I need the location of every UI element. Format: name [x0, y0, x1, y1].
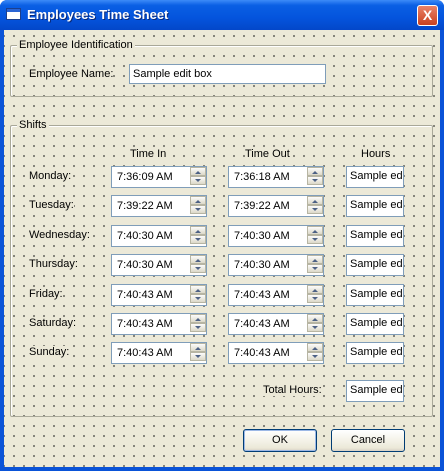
time-out-picker[interactable]: 7:40:43 AM — [228, 284, 324, 306]
hours-field[interactable]: Sample ed — [346, 195, 404, 217]
time-in-picker[interactable]: 7:36:09 AM — [111, 166, 207, 188]
spin-up-icon[interactable] — [190, 255, 206, 264]
ok-button[interactable]: OK — [243, 429, 317, 452]
time-in-picker[interactable]: 7:40:30 AM — [111, 225, 207, 247]
hours-field[interactable]: Sample ed — [346, 284, 404, 306]
day-label: Tuesday: — [29, 199, 74, 211]
spin-down-icon[interactable] — [307, 205, 323, 214]
spin-control[interactable] — [190, 255, 206, 273]
dialog-client-area: Employee Identification Employee Name: S… — [4, 30, 440, 467]
time-out-picker[interactable]: 7:40:43 AM — [228, 342, 324, 364]
time-out-picker[interactable]: 7:40:43 AM — [228, 313, 324, 335]
spin-up-icon[interactable] — [307, 226, 323, 235]
day-label: Sunday: — [29, 346, 70, 358]
spin-control[interactable] — [307, 285, 323, 303]
spin-down-icon[interactable] — [190, 352, 206, 361]
spin-control[interactable] — [307, 314, 323, 332]
spin-up-icon[interactable] — [190, 226, 206, 235]
window-title: Employees Time Sheet — [27, 7, 169, 22]
spin-down-icon[interactable] — [307, 323, 323, 332]
spin-control[interactable] — [190, 285, 206, 303]
spin-control[interactable] — [190, 226, 206, 244]
spin-control[interactable] — [307, 255, 323, 273]
spin-down-icon[interactable] — [190, 205, 206, 214]
spin-down-icon[interactable] — [307, 176, 323, 185]
spin-up-icon[interactable] — [190, 343, 206, 352]
time-out-picker[interactable]: 7:39:22 AM — [228, 195, 324, 217]
time-in-picker[interactable]: 7:40:43 AM — [111, 284, 207, 306]
hours-field[interactable]: Sample ed — [346, 254, 404, 276]
spin-up-icon[interactable] — [307, 167, 323, 176]
day-label: Wednesday: — [29, 229, 90, 241]
day-label: Saturday: — [29, 317, 77, 329]
employee-name-input[interactable]: Sample edit box — [129, 64, 326, 84]
time-out-picker[interactable]: 7:36:18 AM — [228, 166, 324, 188]
hours-field[interactable]: Sample ed — [346, 342, 404, 364]
cancel-button[interactable]: Cancel — [331, 429, 405, 452]
day-label: Friday: — [29, 288, 63, 300]
spin-down-icon[interactable] — [190, 176, 206, 185]
spin-control[interactable] — [307, 343, 323, 361]
spin-down-icon[interactable] — [307, 352, 323, 361]
hours-field[interactable]: Sample ed — [346, 166, 404, 188]
spin-up-icon[interactable] — [307, 343, 323, 352]
window-icon — [6, 8, 21, 20]
spin-down-icon[interactable] — [190, 235, 206, 244]
day-label: Monday: — [29, 170, 72, 182]
spin-control[interactable] — [190, 196, 206, 214]
spin-down-icon[interactable] — [307, 235, 323, 244]
spin-up-icon[interactable] — [307, 285, 323, 294]
spin-up-icon[interactable] — [307, 196, 323, 205]
spin-control[interactable] — [190, 343, 206, 361]
time-out-picker[interactable]: 7:40:30 AM — [228, 225, 324, 247]
spin-up-icon[interactable] — [190, 314, 206, 323]
hours-header: Hours — [361, 148, 391, 160]
spin-up-icon[interactable] — [190, 285, 206, 294]
employee-name-label: Employee Name: — [29, 68, 114, 80]
time-out-header: Time Out — [245, 148, 290, 160]
time-out-picker[interactable]: 7:40:30 AM — [228, 254, 324, 276]
spin-control[interactable] — [190, 167, 206, 185]
spin-up-icon[interactable] — [307, 255, 323, 264]
time-in-picker[interactable]: 7:40:43 AM — [111, 342, 207, 364]
spin-down-icon[interactable] — [307, 294, 323, 303]
spin-control[interactable] — [307, 226, 323, 244]
hours-field[interactable]: Sample ed — [346, 313, 404, 335]
spin-down-icon[interactable] — [190, 323, 206, 332]
time-in-header: Time In — [130, 148, 167, 160]
time-in-picker[interactable]: 7:40:43 AM — [111, 313, 207, 335]
spin-up-icon[interactable] — [307, 314, 323, 323]
total-hours-label: Total Hours: — [263, 384, 322, 396]
dialog-window: Employees Time Sheet X Employee Identifi… — [0, 0, 444, 471]
spin-control[interactable] — [190, 314, 206, 332]
title-bar[interactable]: Employees Time Sheet X — [0, 0, 444, 30]
spin-control[interactable] — [307, 196, 323, 214]
spin-control[interactable] — [307, 167, 323, 185]
spin-up-icon[interactable] — [190, 167, 206, 176]
spin-down-icon[interactable] — [190, 264, 206, 273]
shifts-legend: Shifts — [17, 119, 49, 131]
total-hours-field[interactable]: Sample ed — [346, 380, 404, 402]
spin-down-icon[interactable] — [190, 294, 206, 303]
hours-field[interactable]: Sample ed — [346, 225, 404, 247]
time-in-picker[interactable]: 7:40:30 AM — [111, 254, 207, 276]
spin-down-icon[interactable] — [307, 264, 323, 273]
spin-up-icon[interactable] — [190, 196, 206, 205]
day-label: Thursday: — [29, 258, 78, 270]
close-button[interactable]: X — [417, 5, 438, 26]
time-in-picker[interactable]: 7:39:22 AM — [111, 195, 207, 217]
employee-identification-legend: Employee Identification — [17, 39, 135, 51]
